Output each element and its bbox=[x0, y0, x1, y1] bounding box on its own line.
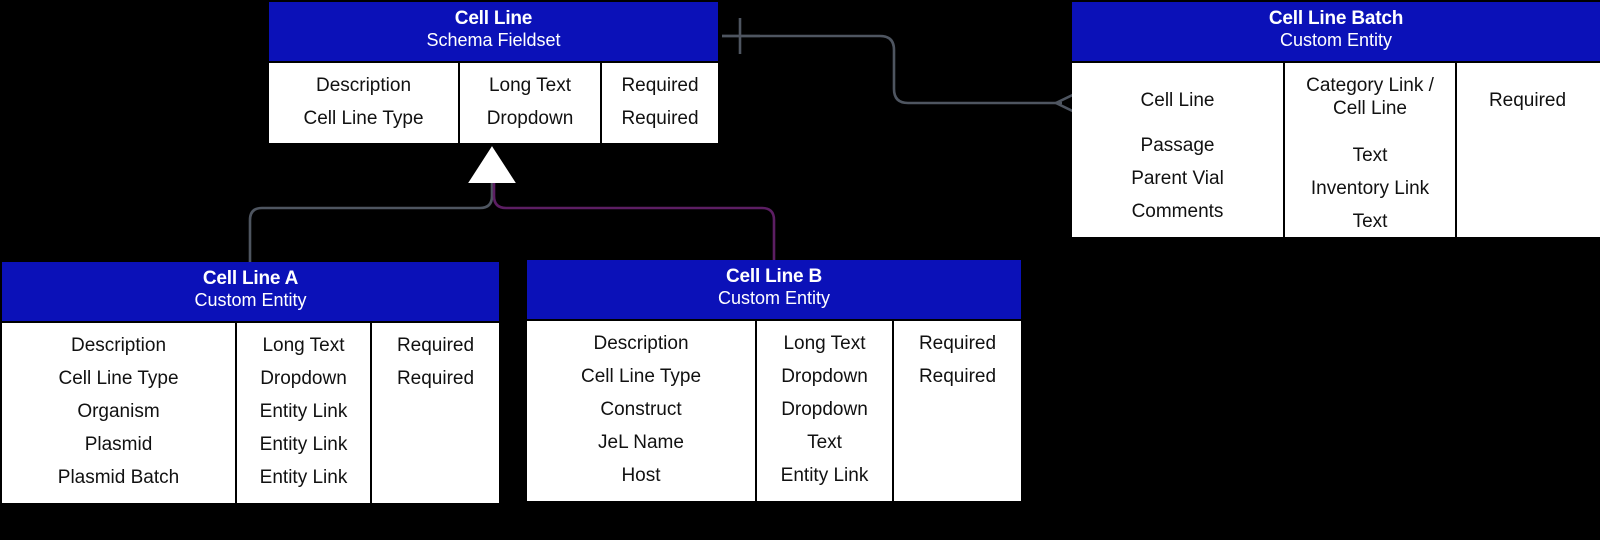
field-cell: Parent Vial bbox=[1131, 168, 1224, 190]
field-name-column: Description Cell Line Type Organism Plas… bbox=[2, 322, 235, 503]
field-cell: Description bbox=[315, 74, 412, 96]
field-cell: Required bbox=[396, 367, 475, 389]
field-cell: Entity Link bbox=[259, 434, 348, 456]
entity-cell-line-batch-title: Cell Line Batch bbox=[1268, 8, 1404, 29]
field-cell: Required bbox=[621, 107, 699, 129]
field-cell: JeL Name bbox=[598, 432, 684, 454]
entity-cell-line[interactable]: Cell Line Schema Fieldset Description Ce… bbox=[269, 2, 718, 143]
field-cell-spacer bbox=[1076, 117, 1279, 129]
field-cell: Plasmid bbox=[84, 434, 153, 456]
connector-cell-line-to-cell-line-batch bbox=[722, 18, 1086, 119]
field-cell: Entity Link bbox=[259, 467, 348, 489]
field-constraint-column: Required bbox=[1455, 62, 1598, 237]
field-type-column: Category Link / Cell Line Text Inventory… bbox=[1283, 62, 1455, 237]
field-type-column: Long Text Dropdown Entity Link Entity Li… bbox=[235, 322, 370, 503]
field-cell: Dropdown bbox=[781, 365, 868, 387]
field-type-column: Long Text Dropdown Dropdown Text Entity … bbox=[755, 320, 892, 501]
field-cell: Organism bbox=[77, 400, 160, 422]
entity-cell-line-b-header: Cell Line B Custom Entity bbox=[527, 260, 1021, 319]
field-cell: Required bbox=[621, 74, 699, 96]
field-cell: Entity Link bbox=[780, 465, 869, 487]
field-cell: Text bbox=[807, 432, 842, 454]
entity-cell-line-batch-body: Cell Line Passage Parent Vial Comments C… bbox=[1072, 60, 1600, 237]
field-cell: Passage bbox=[1140, 135, 1215, 157]
field-cell: Category Link / Cell Line bbox=[1306, 74, 1434, 119]
field-cell: Required bbox=[396, 334, 475, 356]
field-cell: Long Text bbox=[488, 74, 572, 96]
entity-cell-line-a-body: Description Cell Line Type Organism Plas… bbox=[2, 320, 499, 503]
entity-cell-line-a-header: Cell Line A Custom Entity bbox=[2, 262, 499, 321]
field-cell: Dropdown bbox=[486, 107, 574, 129]
field-constraint-column: Required Required bbox=[892, 320, 1021, 501]
field-cell: Description bbox=[70, 334, 167, 356]
hollow-triangle-icon bbox=[468, 146, 516, 183]
field-cell: Comments bbox=[1131, 201, 1224, 223]
entity-cell-line-a-title: Cell Line A bbox=[202, 268, 299, 289]
field-cell: Text bbox=[1352, 144, 1388, 166]
diagram-canvas: Cell Line Schema Fieldset Description Ce… bbox=[0, 0, 1600, 540]
field-constraint-column: Required Required bbox=[600, 62, 718, 143]
field-cell: Required bbox=[918, 332, 997, 354]
field-cell: Construct bbox=[600, 398, 682, 420]
field-cell: Long Text bbox=[262, 334, 345, 356]
entity-cell-line-b[interactable]: Cell Line B Custom Entity Description Ce… bbox=[527, 260, 1021, 501]
entity-cell-line-batch-header: Cell Line Batch Custom Entity bbox=[1072, 2, 1600, 61]
entity-cell-line-title: Cell Line bbox=[454, 8, 533, 29]
plus-cross-icon bbox=[722, 18, 760, 54]
field-cell: Dropdown bbox=[260, 367, 347, 389]
field-cell: Host bbox=[621, 465, 661, 487]
entity-cell-line-batch[interactable]: Cell Line Batch Custom Entity Cell Line … bbox=[1072, 2, 1600, 237]
field-cell: Cell Line bbox=[1140, 89, 1215, 111]
connector-cell-line-b-inherits bbox=[492, 178, 776, 260]
entity-cell-line-a-subtitle: Custom Entity bbox=[194, 290, 307, 311]
connector-cell-line-a-inherits bbox=[248, 178, 494, 263]
field-cell: Entity Link bbox=[259, 400, 348, 422]
field-cell: Description bbox=[593, 332, 689, 354]
field-cell: Cell Line Type bbox=[580, 365, 702, 387]
entity-cell-line-a[interactable]: Cell Line A Custom Entity Description Ce… bbox=[2, 262, 499, 503]
entity-cell-line-batch-subtitle: Custom Entity bbox=[1279, 30, 1393, 51]
field-name-column: Description Cell Line Type Construct JeL… bbox=[527, 320, 755, 501]
entity-cell-line-header: Cell Line Schema Fieldset bbox=[269, 2, 718, 61]
entity-cell-line-b-body: Description Cell Line Type Construct JeL… bbox=[527, 318, 1021, 501]
field-type-column: Long Text Dropdown bbox=[458, 62, 600, 143]
field-cell: Cell Line Type bbox=[58, 367, 179, 389]
field-name-column: Cell Line Passage Parent Vial Comments bbox=[1072, 62, 1283, 237]
field-cell: Required bbox=[1488, 89, 1567, 111]
entity-cell-line-subtitle: Schema Fieldset bbox=[426, 30, 561, 51]
entity-cell-line-body: Description Cell Line Type Long Text Dro… bbox=[269, 60, 718, 143]
field-cell: Plasmid Batch bbox=[57, 467, 180, 489]
field-constraint-column: Required Required bbox=[370, 322, 499, 503]
field-cell: Text bbox=[1352, 211, 1388, 233]
field-cell: Required bbox=[918, 365, 997, 387]
field-cell: Inventory Link bbox=[1310, 178, 1430, 200]
field-cell: Dropdown bbox=[781, 398, 868, 420]
entity-cell-line-b-subtitle: Custom Entity bbox=[717, 288, 831, 309]
field-cell: Cell Line Type bbox=[303, 107, 424, 129]
field-name-column: Description Cell Line Type bbox=[269, 62, 458, 143]
field-cell: Long Text bbox=[783, 332, 866, 354]
entity-cell-line-b-title: Cell Line B bbox=[726, 266, 822, 287]
